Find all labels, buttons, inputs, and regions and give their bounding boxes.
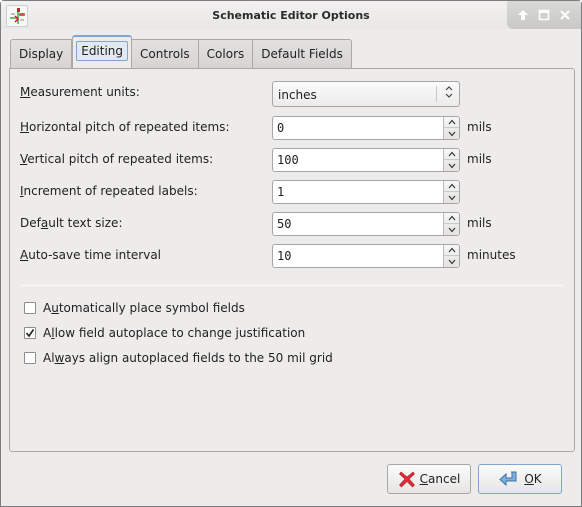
align-to-grid-checkbox[interactable]: Always align autoplaced fields to the 50…: [24, 349, 333, 367]
tab-label: Display: [19, 47, 64, 61]
autosave-spinbox[interactable]: [272, 244, 460, 268]
horizontal-pitch-spinbox[interactable]: [272, 116, 460, 140]
tab-default-fields[interactable]: Default Fields: [253, 39, 352, 68]
chevron-up-icon: [448, 247, 455, 253]
chevron-up-icon: [448, 151, 455, 157]
tab-controls[interactable]: Controls: [132, 39, 199, 68]
window-title: Schematic Editor Options: [212, 9, 370, 22]
checkbox-label: Allow field autoplace to change justific…: [43, 326, 306, 340]
vertical-pitch-spinbox[interactable]: [272, 148, 460, 172]
maximize-button[interactable]: [537, 8, 551, 22]
unit-label: minutes: [467, 248, 516, 262]
decrement-button[interactable]: [444, 224, 459, 235]
tab-label: Colors: [206, 47, 245, 61]
increment-button[interactable]: [444, 149, 459, 160]
auto-place-fields-checkbox[interactable]: Automatically place symbol fields: [24, 299, 245, 317]
tab-label: Controls: [140, 47, 190, 61]
checkbox-label: Always align autoplaced fields to the 50…: [43, 351, 333, 365]
text-size-input[interactable]: [274, 214, 442, 234]
increment-button[interactable]: [444, 117, 459, 128]
text-size-label: Default text size:: [20, 216, 123, 230]
text-size-spinbox[interactable]: [272, 212, 460, 236]
chevron-up-icon: [448, 119, 455, 125]
vertical-pitch-label: Vertical pitch of repeated items:: [20, 152, 214, 166]
decrement-button[interactable]: [444, 192, 459, 203]
decrement-button[interactable]: [444, 256, 459, 267]
increment-button[interactable]: [444, 213, 459, 224]
vertical-pitch-input[interactable]: [274, 150, 442, 170]
measurement-units-value: inches: [278, 88, 317, 102]
unit-label: mils: [467, 120, 492, 134]
cancel-label: Cancel: [419, 472, 461, 486]
chevron-down-icon: [448, 195, 455, 200]
chevron-down-icon: [448, 259, 455, 264]
dialog-window: Schematic Editor Options Display Editing…: [0, 0, 582, 507]
return-arrow-icon: [499, 471, 517, 487]
cancel-x-icon: [398, 471, 415, 488]
tab-display[interactable]: Display: [10, 39, 73, 68]
ok-label: OK: [524, 472, 542, 486]
ok-button[interactable]: OK: [478, 464, 562, 494]
arrow-up-icon: [518, 10, 529, 20]
checkbox-box[interactable]: [24, 352, 36, 364]
text-size-row: Default text size: mils: [20, 212, 560, 236]
increment-button[interactable]: [444, 181, 459, 192]
allow-justification-change-checkbox[interactable]: Allow field autoplace to change justific…: [24, 324, 305, 342]
checkbox-box[interactable]: [24, 302, 36, 314]
vertical-pitch-row: Vertical pitch of repeated items: mils: [20, 148, 560, 172]
window-controls: [507, 1, 581, 29]
tab-label: Editing: [76, 41, 129, 61]
label-increment-input[interactable]: [274, 182, 442, 202]
label-increment-label: Increment of repeated labels:: [20, 184, 198, 198]
title-bar[interactable]: Schematic Editor Options: [1, 1, 581, 29]
chevron-down-icon: [448, 163, 455, 168]
unit-label: mils: [467, 152, 492, 166]
tab-label: Default Fields: [261, 47, 343, 61]
tab-editing[interactable]: Editing: [72, 35, 133, 68]
label-increment-row: Increment of repeated labels:: [20, 180, 560, 204]
cancel-button[interactable]: Cancel: [387, 464, 471, 494]
chevron-up-icon: [448, 183, 455, 189]
tab-colors[interactable]: Colors: [198, 39, 254, 68]
checkmark-icon: [25, 329, 35, 338]
autosave-label: Auto-save time interval: [20, 248, 162, 262]
unit-label: mils: [467, 216, 492, 230]
measurement-units-row: Measurement units: inches: [20, 81, 560, 107]
maximize-icon: [538, 9, 550, 21]
editing-panel: Measurement units: inches Horizontal pit…: [9, 68, 575, 452]
horizontal-pitch-row: Horizontal pitch of repeated items: mils: [20, 116, 560, 140]
keep-above-button[interactable]: [516, 8, 530, 22]
horizontal-pitch-input[interactable]: [274, 118, 442, 138]
horizontal-pitch-label: Horizontal pitch of repeated items:: [20, 120, 230, 134]
checkbox-label: Automatically place symbol fields: [43, 301, 245, 315]
close-icon: [559, 10, 570, 20]
chevron-down-icon: [448, 227, 455, 232]
decrement-button[interactable]: [444, 160, 459, 171]
measurement-units-label: Measurement units:: [20, 85, 140, 99]
combo-separator: [436, 86, 437, 102]
increment-button[interactable]: [444, 245, 459, 256]
close-button[interactable]: [558, 8, 572, 22]
chevron-up-down-icon: [445, 85, 453, 101]
section-divider: [20, 285, 564, 286]
decrement-button[interactable]: [444, 128, 459, 139]
autosave-input[interactable]: [274, 246, 442, 266]
chevron-up-icon: [448, 215, 455, 221]
chevron-down-icon: [448, 131, 455, 136]
measurement-units-select[interactable]: inches: [272, 81, 460, 107]
tab-bar: Display Editing Controls Colors Default …: [10, 35, 352, 68]
checkbox-box[interactable]: [24, 327, 36, 339]
autosave-row: Auto-save time interval minutes: [20, 244, 560, 268]
label-increment-spinbox[interactable]: [272, 180, 460, 204]
